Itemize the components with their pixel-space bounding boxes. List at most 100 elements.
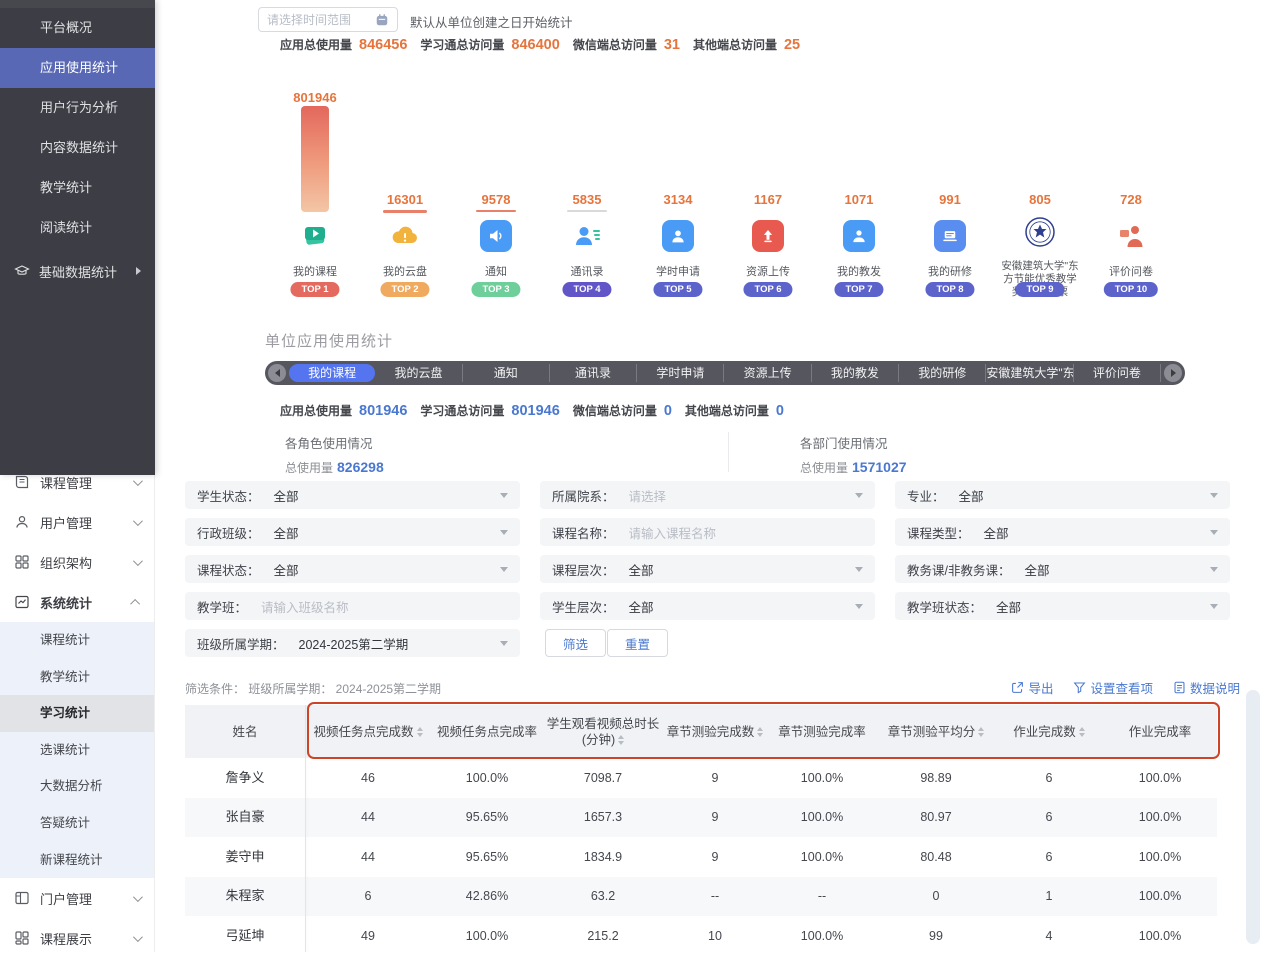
app-label: 我的云盘 <box>362 266 448 279</box>
sidebar-item-portal-management[interactable]: 门户管理 <box>0 878 154 918</box>
tab-survey[interactable]: 评价问卷 <box>1074 364 1161 382</box>
flyout-item-reading-stats[interactable]: 阅读统计 <box>0 208 155 248</box>
table-scrollbar[interactable] <box>1246 690 1260 944</box>
filter-reset-button[interactable]: 重置 <box>607 629 668 657</box>
filter-academic-course[interactable]: 教务课/非教务课：全部 <box>895 555 1230 583</box>
table-row[interactable]: 张自豪 4495.65%1657.39100.0%80.976100.0% <box>185 798 1217 838</box>
filter-student-level[interactable]: 学生层次：全部 <box>540 592 875 620</box>
document-icon <box>1173 681 1186 694</box>
bar-value: 9578 <box>451 192 541 207</box>
caret-down-icon <box>500 493 508 498</box>
cell-name: 姜守申 <box>185 849 305 865</box>
graduation-cap-icon <box>14 263 30 279</box>
col-header-homework-done[interactable]: 作业完成数 <box>995 724 1103 740</box>
filter-course-level[interactable]: 课程层次：全部 <box>540 555 875 583</box>
tab-my-training[interactable]: 我的研修 <box>899 364 986 382</box>
org-grid-icon <box>14 554 30 570</box>
stat-value: 25 <box>784 37 800 53</box>
data-info-link[interactable]: 数据说明 <box>1173 678 1240 697</box>
filter-admin-class[interactable]: 行政班级：全部 <box>185 518 520 546</box>
flyout-item-platform-overview[interactable]: 平台概况 <box>0 8 155 48</box>
app-usage-column-3: 9578 通知 TOP 3 <box>451 88 541 306</box>
filter-condition-text: 筛选条件： 班级所属学期： 2024-2025第二学期 <box>185 680 441 697</box>
sidebar-item-org-structure[interactable]: 组织架构 <box>0 542 154 582</box>
user-icon <box>14 514 30 530</box>
sidebar-subitem-teaching-stats[interactable]: 教学统计 <box>0 659 154 696</box>
tab-credit-hours[interactable]: 学时申请 <box>637 364 724 382</box>
stat-value: 801946 <box>359 403 407 419</box>
filter-major[interactable]: 专业：全部 <box>895 481 1230 509</box>
filter-course-type[interactable]: 课程类型：全部 <box>895 518 1230 546</box>
caret-down-icon <box>1210 604 1218 609</box>
tab-scroll-left-button[interactable] <box>268 364 286 382</box>
col-header-video-tasks-rate: 视频任务点完成率 <box>431 724 543 740</box>
filter-submit-button[interactable]: 筛选 <box>545 629 606 657</box>
flyout-item-user-behavior[interactable]: 用户行为分析 <box>0 88 155 128</box>
tab-resource-upload[interactable]: 资源上传 <box>724 364 811 382</box>
set-columns-link[interactable]: 设置查看项 <box>1073 678 1153 697</box>
sort-icon[interactable] <box>417 727 423 737</box>
stat-value: 0 <box>664 403 672 419</box>
col-header-quiz-done[interactable]: 章节测验完成数 <box>663 724 767 740</box>
app-usage-column-7: 1071 我的教发 TOP 7 <box>814 88 904 306</box>
sidebar-subitem-bigdata-analysis[interactable]: 大数据分析 <box>0 768 154 805</box>
filter-student-status[interactable]: 学生状态：全部 <box>185 481 520 509</box>
bar <box>301 106 329 212</box>
sort-icon[interactable] <box>1079 727 1085 737</box>
tab-teacher-dev[interactable]: 我的教发 <box>812 364 899 382</box>
table-row[interactable]: 詹争义 46100.0%7098.79100.0%98.896100.0% <box>185 758 1217 798</box>
filter-department[interactable]: 所属院系：请选择 <box>540 481 875 509</box>
table-row[interactable]: 朱程家 642.86%63.2----01100.0% <box>185 877 1217 917</box>
cell-name: 弓延坤 <box>185 928 305 944</box>
section-title-unit-usage: 单位应用使用统计 <box>265 330 393 351</box>
export-link[interactable]: 导出 <box>1011 678 1053 697</box>
filter-teaching-class-status[interactable]: 教学班状态：全部 <box>895 592 1230 620</box>
role-usage-label: 总使用量 <box>285 461 333 475</box>
sort-icon[interactable] <box>757 727 763 737</box>
app-label: 我的研修 <box>907 266 993 279</box>
flyout-item-app-usage-stats[interactable]: 应用使用统计 <box>0 48 155 88</box>
filter-course-status[interactable]: 课程状态：全部 <box>185 555 520 583</box>
statistics-flyout-menu: 平台概况 应用使用统计 用户行为分析 内容数据统计 教学统计 阅读统计 基础数据… <box>0 0 155 475</box>
app-label: 通讯录 <box>544 266 630 279</box>
date-range-input[interactable]: 请选择时间范围 <box>258 7 398 32</box>
sidebar-item-course-display[interactable]: 课程展示 <box>0 918 154 958</box>
tab-contacts[interactable]: 通讯录 <box>550 364 637 382</box>
sidebar-subitem-course-stats[interactable]: 课程统计 <box>0 622 154 659</box>
tab-scroll-right-button[interactable] <box>1164 364 1182 382</box>
col-header-watch-duration[interactable]: 学生观看视频总时长(分钟) <box>543 716 663 748</box>
chevron-down-icon <box>133 892 143 902</box>
col-header-quiz-avg[interactable]: 章节测验平均分 <box>877 724 995 740</box>
filter-teaching-class-input[interactable]: 教学班：请输入班级名称 <box>185 592 520 620</box>
sort-icon[interactable] <box>978 727 984 737</box>
stat-label: 其他端总访问量 <box>685 402 769 419</box>
bar <box>383 210 427 213</box>
sidebar-item-user-management[interactable]: 用户管理 <box>0 502 154 542</box>
table-row[interactable]: 姜守申 4495.65%1834.99100.0%80.486100.0% <box>185 837 1217 877</box>
table-row[interactable]: 弓延坤 49100.0%215.210100.0%994100.0% <box>185 916 1217 956</box>
sidebar-subitem-qa-stats[interactable]: 答疑统计 <box>0 805 154 842</box>
top-badge: TOP 4 <box>562 282 611 297</box>
sort-icon[interactable] <box>618 735 624 745</box>
tab-my-cloud[interactable]: 我的云盘 <box>375 364 462 382</box>
tab-university-vote[interactable]: 安徽建筑大学"东 <box>986 364 1073 382</box>
stat-label: 学习通总访问量 <box>420 36 504 53</box>
filter-course-name-input[interactable]: 课程名称：请输入课程名称 <box>540 518 875 546</box>
col-header-video-tasks-done[interactable]: 视频任务点完成数 <box>305 724 431 740</box>
sidebar-item-label: 课程展示 <box>40 929 92 948</box>
flyout-item-teaching-stats[interactable]: 教学统计 <box>0 168 155 208</box>
caret-down-icon <box>500 530 508 535</box>
flyout-item-basic-data-stats[interactable]: 基础数据统计 <box>0 252 155 290</box>
sidebar-subitem-learning-stats[interactable]: 学习统计 <box>0 695 154 732</box>
role-usage-value: 826298 <box>337 459 384 475</box>
sidebar-item-system-statistics[interactable]: 系统统计 <box>0 582 154 622</box>
sidebar-subitem-new-course-stats[interactable]: 新课程统计 <box>0 842 154 879</box>
filter-class-semester[interactable]: 班级所属学期：2024-2025第二学期 <box>185 629 520 657</box>
tab-notice[interactable]: 通知 <box>463 364 550 382</box>
flyout-item-content-data-stats[interactable]: 内容数据统计 <box>0 128 155 168</box>
sidebar-subitem-enrollment-stats[interactable]: 选课统计 <box>0 732 154 769</box>
tab-my-courses[interactable]: 我的课程 <box>289 364 375 382</box>
calendar-icon[interactable] <box>375 13 389 27</box>
bar-value: 728 <box>1086 192 1176 207</box>
teacher-icon <box>850 227 868 245</box>
